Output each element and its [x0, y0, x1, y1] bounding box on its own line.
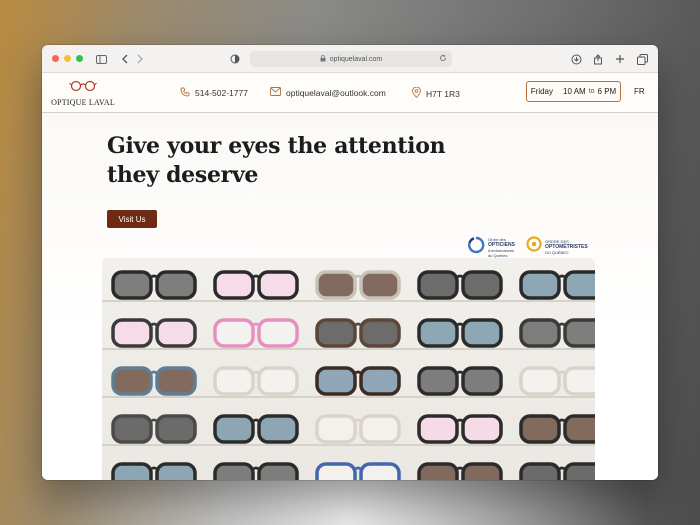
eyeglasses-icon — [519, 366, 595, 396]
email-contact[interactable]: optiquelaval@outlook.com — [270, 87, 386, 98]
hero-section: Give your eyes the attention they deserv… — [42, 113, 658, 480]
glasses-logo-icon — [69, 79, 97, 96]
display-shelf — [102, 348, 595, 350]
downloads-icon[interactable] — [570, 53, 582, 65]
eyeglasses-icon — [213, 414, 299, 444]
eyeglasses-icon — [315, 462, 401, 480]
share-icon[interactable] — [592, 53, 604, 65]
hours-day: Friday — [530, 87, 554, 96]
forward-icon[interactable] — [134, 53, 146, 65]
opticiens-emblem-icon — [467, 236, 485, 259]
eyeglasses-icon — [111, 414, 197, 444]
site-logo[interactable]: OPTIQUE LAVAL — [50, 79, 116, 107]
glasses-wall-illustration — [102, 270, 595, 480]
optometristes-logo: ORDRE DES OPTOMÉTRISTES DU QUÉBEC — [526, 236, 588, 257]
opening-hours-badge[interactable]: Friday 10 AM to 6 PM — [526, 81, 621, 102]
new-tab-icon[interactable] — [614, 53, 626, 65]
site-header: OPTIQUE LAVAL 514-502-1777 optiquelaval@… — [42, 73, 658, 113]
location-pin-icon — [412, 86, 426, 100]
eyeglasses-icon — [417, 366, 503, 396]
optometristes-emblem-icon — [526, 236, 542, 257]
eyeglasses-icon — [519, 318, 595, 348]
eyeglasses-icon — [315, 366, 401, 396]
email-address: optiquelaval@outlook.com — [286, 87, 386, 98]
eyeglasses-icon — [315, 318, 401, 348]
reload-icon[interactable] — [439, 54, 447, 64]
browser-window: optiquelaval.com OPTIQUE LAVAL 514-502-1… — [42, 45, 658, 480]
sidebar-toggle-icon[interactable] — [95, 53, 107, 65]
eyeglasses-icon — [417, 414, 503, 444]
eyeglasses-icon — [315, 414, 401, 444]
privacy-shield-icon[interactable] — [229, 53, 241, 65]
eyeglasses-icon — [111, 462, 197, 480]
phone-icon — [180, 87, 195, 99]
hero-headline: Give your eyes the attention they deserv… — [107, 133, 446, 188]
postal-code: H7T 1R3 — [426, 88, 460, 99]
opticiens-logo: Ordre des OPTICIENS d'ordonnances du Qué… — [467, 236, 515, 259]
eyeglasses-icon — [417, 462, 503, 480]
address-bar[interactable]: optiquelaval.com — [250, 51, 452, 67]
optometristes-logo-text: ORDRE DES OPTOMÉTRISTES DU QUÉBEC — [545, 238, 588, 255]
maximize-window-button[interactable] — [76, 55, 83, 62]
eyeglasses-icon — [519, 462, 595, 480]
eyeglasses-icon — [315, 270, 401, 300]
eyeglasses-icon — [519, 414, 595, 444]
eyeglasses-icon — [417, 270, 503, 300]
display-shelf — [102, 300, 595, 302]
display-shelf — [102, 444, 595, 446]
visit-us-button[interactable]: Visit Us — [107, 210, 157, 228]
display-shelf — [102, 396, 595, 398]
phone-number: 514-502-1777 — [195, 88, 248, 98]
hours-open: 10 AM — [563, 87, 586, 96]
eyeglasses-icon — [519, 270, 595, 300]
lock-icon — [320, 54, 326, 64]
address-contact[interactable]: H7T 1R3 — [412, 86, 460, 100]
address-bar-url: optiquelaval.com — [329, 55, 383, 63]
browser-toolbar: optiquelaval.com — [42, 45, 658, 73]
hours-to: to — [588, 88, 595, 95]
tab-overview-icon[interactable] — [636, 53, 648, 65]
language-switch[interactable]: FR — [634, 87, 645, 96]
logo-text: OPTIQUE LAVAL — [51, 98, 115, 107]
eyeglasses-icon — [213, 462, 299, 480]
eyeglasses-icon — [213, 270, 299, 300]
eyeglasses-icon — [213, 366, 299, 396]
back-icon[interactable] — [119, 53, 131, 65]
window-controls — [52, 55, 83, 62]
eyeglasses-icon — [111, 366, 197, 396]
eyeglasses-icon — [213, 318, 299, 348]
minimize-window-button[interactable] — [64, 55, 71, 62]
envelope-icon — [270, 87, 286, 98]
eyeglasses-display-photo — [102, 258, 595, 480]
eyeglasses-icon — [111, 270, 197, 300]
hours-close: 6 PM — [597, 87, 617, 96]
eyeglasses-icon — [111, 318, 197, 348]
opticiens-logo-text: Ordre des OPTICIENS d'ordonnances du Qué… — [488, 237, 515, 258]
phone-contact[interactable]: 514-502-1777 — [180, 87, 248, 99]
eyeglasses-icon — [417, 318, 503, 348]
close-window-button[interactable] — [52, 55, 59, 62]
